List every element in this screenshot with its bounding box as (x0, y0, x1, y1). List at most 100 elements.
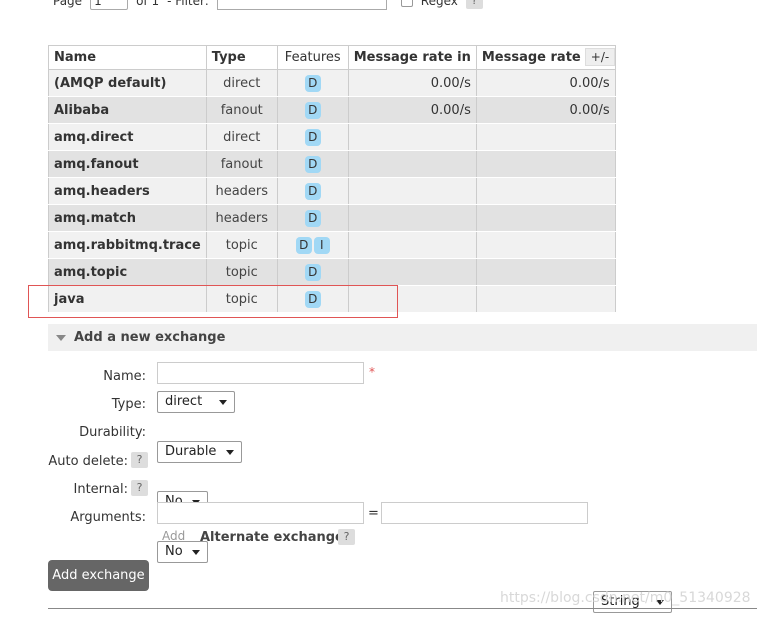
regex-label: Regex (420, 0, 458, 8)
message-rate-in (347, 123, 477, 151)
exchange-type: direct (205, 69, 278, 97)
filter-label: - Filter: (167, 0, 209, 8)
message-rate-in (347, 150, 477, 178)
regex-help-button[interactable]: ? (465, 0, 483, 9)
exchange-name-link[interactable]: amq.rabbitmq.trace (48, 231, 207, 259)
exchange-type: headers (205, 204, 278, 232)
page-label: Page (53, 0, 83, 8)
watermark-text: https://blog.csdn.net/m0_51340928 (500, 590, 751, 606)
alternate-exchange-help-button[interactable]: ? (338, 529, 355, 545)
pagination-bar: Page 1 of 1 - Filter: Regex ? (53, 0, 483, 11)
table-row[interactable]: amq.rabbitmq.trace topic D I (48, 231, 616, 259)
exchange-name-link[interactable]: amq.topic (48, 258, 207, 286)
exchange-features: D (276, 69, 349, 97)
table-row[interactable]: Alibaba fanout D 0.00/s 0.00/s (48, 96, 616, 124)
required-mark: * (369, 365, 375, 379)
exchange-features: D (276, 204, 349, 232)
collapse-triangle-icon (56, 334, 66, 341)
message-rate-in (347, 258, 477, 286)
feature-badge: D (304, 155, 321, 173)
col-header-name[interactable]: Name (48, 45, 207, 70)
alternate-exchange-link[interactable]: Alternate exchange (200, 530, 344, 545)
exchange-name-link[interactable]: (AMQP default) (48, 69, 207, 97)
add-exchange-section-header[interactable]: Add a new exchange (48, 324, 757, 351)
col-header-features: Features (276, 45, 349, 70)
feature-badge: D (304, 263, 321, 281)
divider (48, 608, 757, 609)
message-rate-out (475, 204, 616, 232)
table-row[interactable]: amq.topic topic D (48, 258, 616, 286)
arguments-label: Arguments: (70, 510, 146, 525)
page-select[interactable]: 1 (90, 0, 129, 10)
argument-value-input[interactable] (381, 502, 588, 524)
add-exchange-title: Add a new exchange (74, 330, 226, 345)
internal-help-button[interactable]: ? (131, 480, 148, 496)
name-input[interactable] (157, 362, 364, 384)
exchange-type: fanout (205, 96, 278, 124)
message-rate-in (347, 177, 477, 205)
message-rate-in: 0.00/s (347, 69, 477, 97)
table-row[interactable]: amq.fanout fanout D (48, 150, 616, 178)
table-row[interactable]: amq.headers headers D (48, 177, 616, 205)
exchange-features: D (276, 123, 349, 151)
internal-label: Internal: (73, 482, 128, 497)
exchange-features: DI (276, 231, 349, 259)
feature-badge: D (295, 236, 312, 254)
exchange-name-link[interactable]: amq.fanout (48, 150, 207, 178)
highlight-box (28, 285, 398, 318)
add-argument-link[interactable]: Add (162, 529, 185, 543)
message-rate-out (475, 177, 616, 205)
page-of-label: of 1 (136, 0, 160, 8)
auto-delete-help-button[interactable]: ? (131, 452, 148, 468)
exchange-features: D (276, 150, 349, 178)
equals-sign: = (368, 506, 379, 521)
exchange-features: D (276, 177, 349, 205)
exchanges-table: Name Type Features Message rate in Messa… (48, 45, 616, 313)
feature-badge: D (304, 128, 321, 146)
feature-badge: D (304, 101, 321, 119)
type-label: Type: (111, 397, 146, 412)
exchange-type: fanout (205, 150, 278, 178)
exchange-type: direct (205, 123, 278, 151)
message-rate-out: 0.00/s (475, 69, 616, 97)
auto-delete-label: Auto delete: (48, 454, 128, 469)
feature-badge: D (304, 209, 321, 227)
exchange-features: D (276, 96, 349, 124)
filter-input[interactable] (216, 0, 387, 10)
message-rate-in (347, 204, 477, 232)
table-row[interactable]: amq.match headers D (48, 204, 616, 232)
message-rate-out (475, 150, 616, 178)
columns-toggle-button[interactable]: +/- (585, 48, 615, 66)
message-rate-in (347, 231, 477, 259)
exchange-name-link[interactable]: amq.direct (48, 123, 207, 151)
add-exchange-button[interactable]: Add exchange (48, 560, 149, 591)
exchange-type: headers (205, 177, 278, 205)
argument-key-input[interactable] (157, 502, 364, 524)
internal-select-value: No (165, 544, 183, 559)
durability-select-value: Durable (165, 444, 217, 459)
exchange-name-link[interactable]: Alibaba (48, 96, 207, 124)
chevron-down-icon (219, 400, 227, 405)
message-rate-out (475, 123, 616, 151)
exchange-type: topic (205, 258, 278, 286)
message-rate-out (475, 285, 616, 313)
exchange-type: topic (205, 231, 278, 259)
table-header-row: Name Type Features Message rate in Messa… (48, 45, 616, 70)
feature-badge: D (304, 74, 321, 92)
message-rate-out (475, 231, 616, 259)
exchange-name-link[interactable]: amq.match (48, 204, 207, 232)
durability-label: Durability: (79, 425, 146, 440)
feature-badge: D (304, 182, 321, 200)
message-rate-out (475, 258, 616, 286)
type-select[interactable]: direct (157, 391, 235, 413)
durability-select[interactable]: Durable (157, 441, 242, 463)
table-row[interactable]: (AMQP default) direct D 0.00/s 0.00/s (48, 69, 616, 97)
chevron-down-icon (192, 550, 200, 555)
col-header-rate-in[interactable]: Message rate in (347, 45, 477, 70)
exchange-name-link[interactable]: amq.headers (48, 177, 207, 205)
regex-checkbox[interactable] (400, 0, 413, 7)
table-row[interactable]: amq.direct direct D (48, 123, 616, 151)
chevron-down-icon (226, 450, 234, 455)
col-header-type[interactable]: Type (205, 45, 278, 70)
message-rate-out: 0.00/s (475, 96, 616, 124)
